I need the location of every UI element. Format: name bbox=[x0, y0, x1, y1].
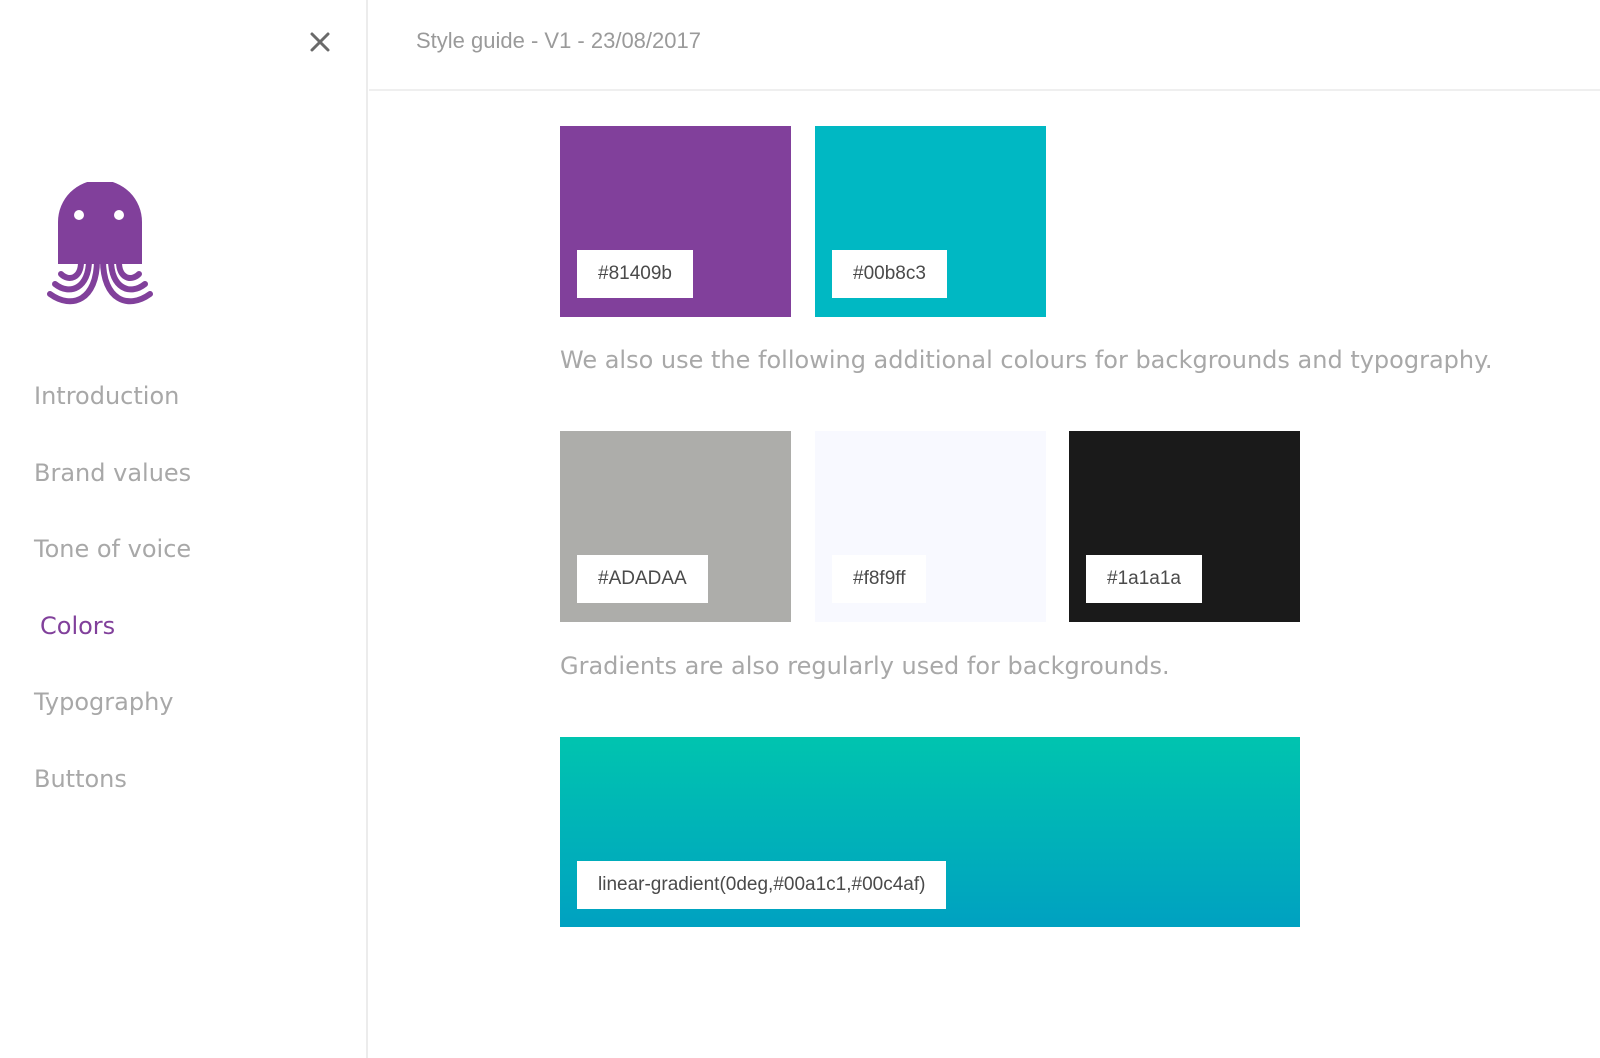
close-icon bbox=[310, 32, 330, 52]
color-swatch-label: #f8f9ff bbox=[832, 555, 927, 603]
color-swatch-off-white: #f8f9ff bbox=[815, 431, 1046, 622]
octopus-logo bbox=[34, 180, 166, 314]
sidebar-nav: Introduction Brand values Tone of voice … bbox=[34, 370, 191, 829]
color-swatch-grey: #ADADAA bbox=[560, 431, 791, 622]
color-swatch-label: #ADADAA bbox=[577, 555, 708, 603]
color-swatch-purple: #81409b bbox=[560, 126, 791, 317]
sidebar-item-brand-values[interactable]: Brand values bbox=[34, 447, 191, 524]
gradient-swatch: linear-gradient(0deg,#00a1c1,#00c4af) bbox=[560, 737, 1300, 927]
gradient-swatch-label: linear-gradient(0deg,#00a1c1,#00c4af) bbox=[577, 861, 947, 909]
page-title: Style guide - V1 - 23/08/2017 bbox=[416, 28, 701, 53]
sidebar-item-typography[interactable]: Typography bbox=[34, 676, 191, 753]
color-swatch-black: #1a1a1a bbox=[1069, 431, 1300, 622]
color-swatch-label: #00b8c3 bbox=[832, 250, 947, 298]
style-guide-app: Introduction Brand values Tone of voice … bbox=[0, 0, 1600, 1058]
gradients-text: Gradients are also regularly used for ba… bbox=[560, 652, 1170, 680]
color-swatch-teal: #00b8c3 bbox=[815, 126, 1046, 317]
additional-colours-text: We also use the following additional col… bbox=[560, 346, 1493, 374]
color-swatch-label: #1a1a1a bbox=[1086, 555, 1202, 603]
octopus-logo-icon bbox=[47, 180, 153, 305]
sidebar-item-introduction[interactable]: Introduction bbox=[34, 370, 191, 447]
color-swatch-label: #81409b bbox=[577, 250, 693, 298]
sidebar-item-colors[interactable]: Colors bbox=[34, 600, 191, 677]
sidebar-item-tone-of-voice[interactable]: Tone of voice bbox=[34, 523, 191, 600]
sidebar-item-buttons[interactable]: Buttons bbox=[34, 753, 191, 830]
page-header: Style guide - V1 - 23/08/2017 bbox=[369, 0, 1600, 91]
close-button[interactable] bbox=[304, 26, 336, 58]
sidebar: Introduction Brand values Tone of voice … bbox=[0, 0, 368, 1058]
